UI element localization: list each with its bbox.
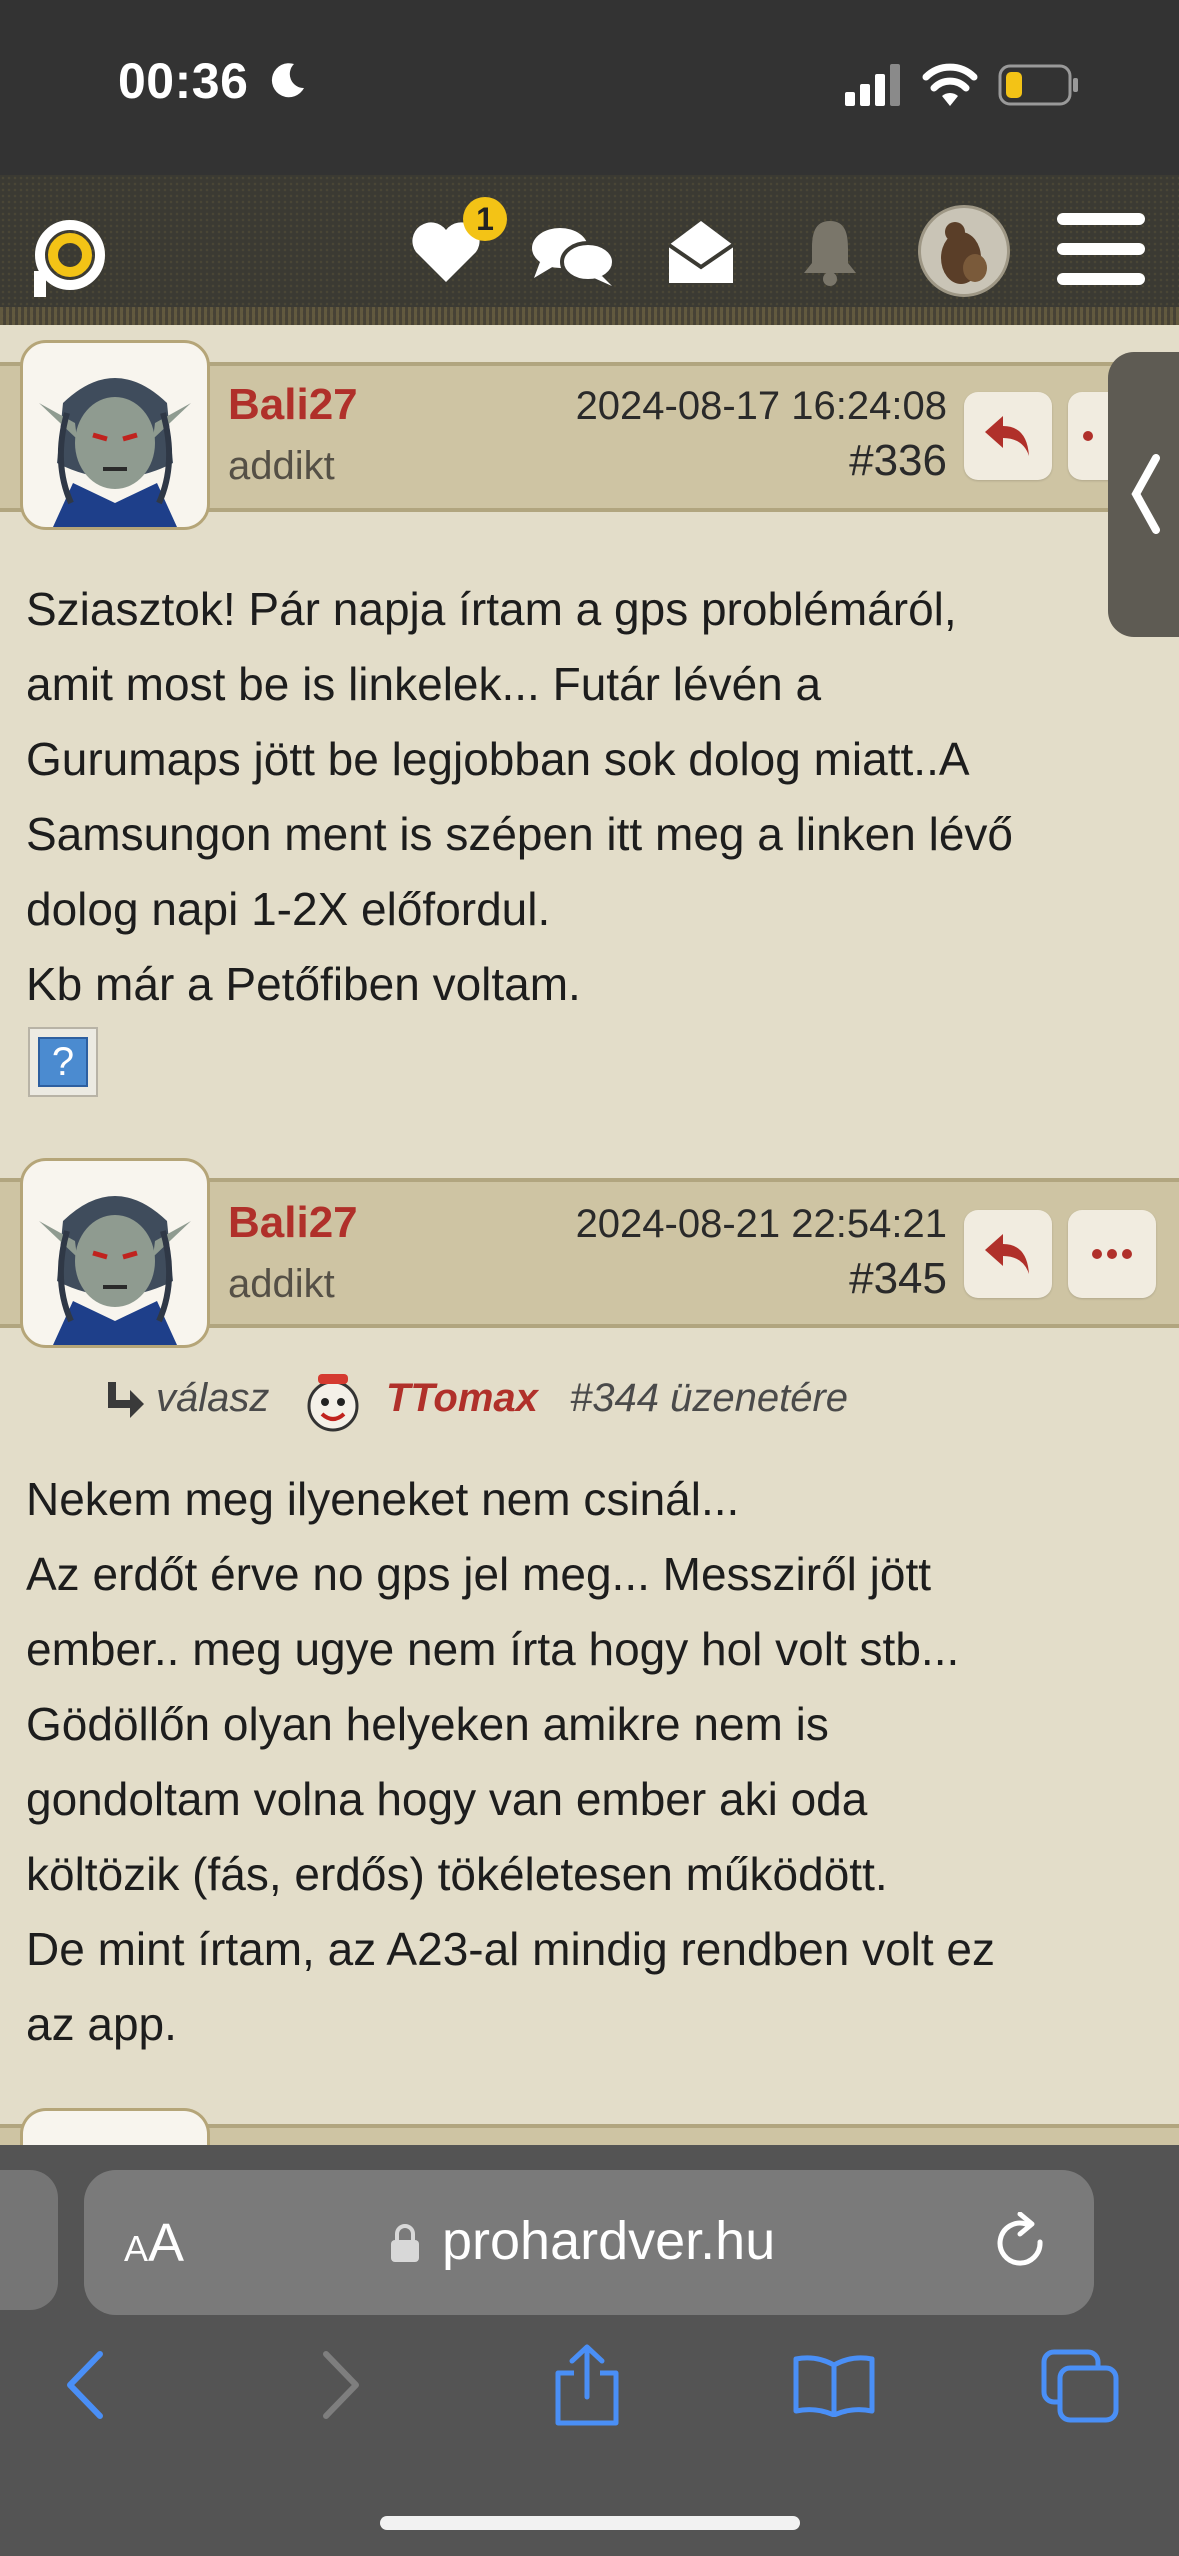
post-body: Sziasztok! Pár napja írtam a gps problém… (26, 572, 1156, 1022)
post-line: gondoltam volna hogy van ember aki oda (26, 1773, 868, 1825)
reply-button[interactable] (964, 392, 1052, 480)
post-line: Gurumaps jött be legjobban sok dolog mia… (26, 733, 970, 785)
reply-arrow-icon (108, 1382, 144, 1418)
reply-user-avatar[interactable] (292, 1366, 374, 1436)
avatar[interactable] (20, 340, 210, 530)
hamburger-icon[interactable] (1055, 205, 1147, 293)
post-line: Nekem meg ilyeneket nem csinál... (26, 1473, 740, 1525)
chevron-left-icon (1131, 454, 1160, 534)
previous-tab-preview[interactable] (0, 2170, 58, 2310)
logo-icon[interactable] (26, 215, 110, 299)
bell-icon[interactable] (800, 215, 860, 287)
clock: 00:36 (118, 53, 249, 109)
lock-icon (391, 2224, 419, 2262)
mail-icon[interactable] (665, 217, 737, 287)
browser-toolbar: AA prohardver.hu (0, 2145, 1179, 2556)
chat-icon[interactable] (530, 222, 616, 288)
post-line: Az erdőt érve no gps jel meg... Messzirő… (26, 1548, 932, 1600)
post-date: 2024-08-17 16:24:08 (575, 384, 947, 428)
tabs-icon[interactable] (1040, 2348, 1120, 2424)
user-rank: addikt (228, 444, 335, 488)
more-icon (1083, 431, 1093, 441)
wifi-icon (922, 63, 978, 106)
share-icon[interactable] (552, 2343, 622, 2427)
text-size-button[interactable]: AA (124, 2212, 184, 2274)
post-line: ember.. meg ugye nem írta hogy hol volt … (26, 1623, 960, 1675)
reply-username[interactable]: TTomax (386, 1376, 538, 1421)
post-line: Kb már a Petőfiben voltam. (26, 958, 581, 1010)
post-line: amit most be is linkelek... Futár lévén … (26, 658, 822, 710)
status-bar: 00:36 (0, 0, 1179, 175)
signal-icon (845, 64, 900, 106)
address-bar[interactable]: AA prohardver.hu (84, 2170, 1094, 2315)
reply-button[interactable] (964, 1210, 1052, 1298)
home-indicator[interactable] (380, 2516, 800, 2530)
forward-icon[interactable] (316, 2350, 364, 2420)
post-line: az app. (26, 1998, 177, 2050)
broken-image-icon: ? (38, 1037, 88, 1087)
post-number[interactable]: #345 (849, 1254, 947, 1304)
site-navbar: 1 (0, 175, 1179, 325)
moon-icon (271, 63, 304, 98)
notification-badge: 1 (463, 197, 507, 241)
reply-prefix: válasz (156, 1376, 270, 1420)
battery-icon (998, 64, 1078, 106)
username[interactable]: Bali27 (228, 380, 358, 430)
reply-suffix[interactable]: #344 üzenetére (570, 1376, 848, 1421)
back-icon[interactable] (62, 2350, 110, 2420)
post-date: 2024-08-21 22:54:21 (575, 1202, 947, 1246)
user-avatar[interactable] (918, 205, 1010, 297)
post-line: költözik (fás, erdős) tökéletesen működö… (26, 1848, 888, 1900)
post-line: Samsungon ment is szépen itt meg a linke… (26, 808, 1013, 860)
bookmarks-icon[interactable] (792, 2353, 876, 2417)
post-line: Gödöllőn olyan helyeken amikre nem is (26, 1698, 829, 1750)
side-drawer-handle[interactable] (1108, 352, 1179, 637)
post-line: Sziasztok! Pár napja írtam a gps problém… (26, 583, 957, 635)
user-rank: addikt (228, 1262, 335, 1306)
reply-icon (985, 1234, 1029, 1274)
post-line: dolog napi 1-2X előfordul. (26, 883, 551, 935)
reload-icon[interactable] (994, 2212, 1050, 2274)
avatar[interactable] (20, 1158, 210, 1348)
post-number[interactable]: #336 (849, 436, 947, 486)
url-text[interactable]: prohardver.hu (442, 2210, 775, 2272)
more-icon (1092, 1249, 1132, 1259)
reply-icon (985, 416, 1029, 456)
post-line: De mint írtam, az A23-al mindig rendben … (26, 1923, 996, 1975)
post-body: Nekem meg ilyeneket nem csinál... Az erd… (26, 1462, 1156, 2062)
username[interactable]: Bali27 (228, 1198, 358, 1248)
broken-image[interactable]: ? (28, 1027, 98, 1097)
more-button[interactable] (1068, 1210, 1156, 1298)
